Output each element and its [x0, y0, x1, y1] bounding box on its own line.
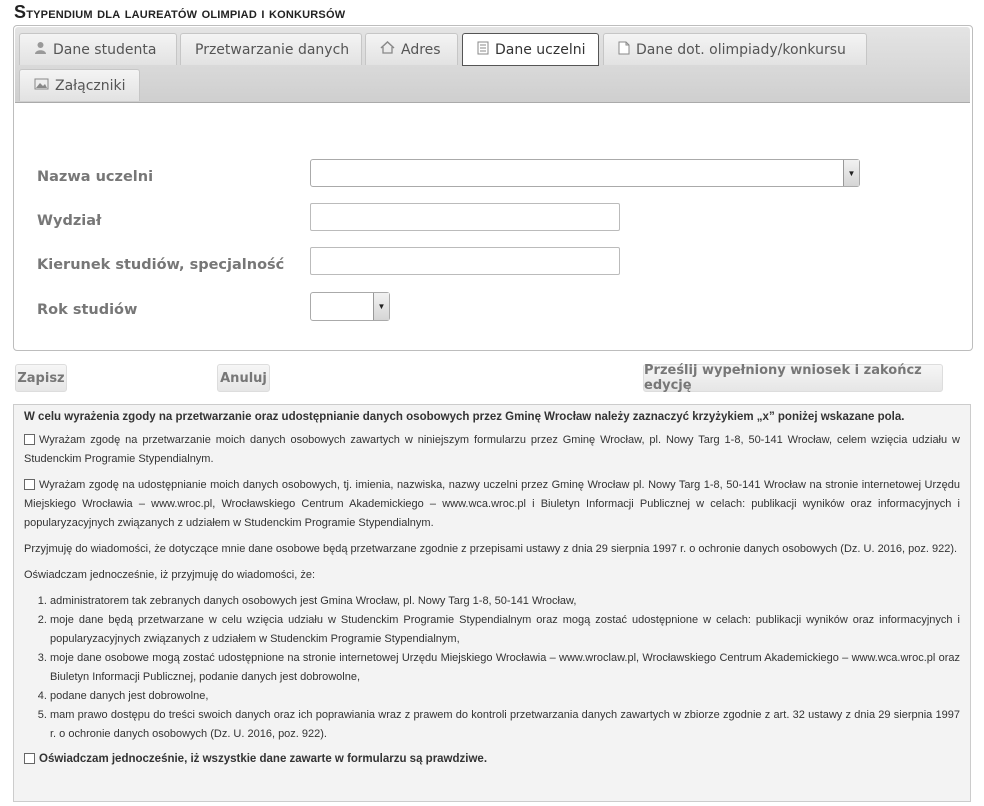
home-icon: [380, 40, 395, 58]
image-icon: [34, 78, 49, 94]
field-of-study-label: Kierunek studiów, specjalność: [37, 257, 285, 273]
page-title: Stypendium dla laureatów olimpiad i konk…: [14, 2, 345, 23]
tab-label: Dane studenta: [53, 41, 157, 58]
consent-item-sharing: Wyrażam zgodę na udostępnianie moich dan…: [24, 476, 960, 533]
faculty-label: Wydział: [37, 213, 102, 229]
document-icon: [477, 41, 489, 59]
university-label: Nazwa uczelni: [37, 169, 154, 185]
tab-label: Przetwarzanie danych: [195, 41, 350, 58]
field-of-study-input[interactable]: [310, 247, 620, 275]
consent-section: W celu wyrażenia zgody na przetwarzanie …: [13, 404, 971, 802]
consent-processing-checkbox[interactable]: [24, 434, 35, 445]
year-select[interactable]: ▼: [310, 292, 390, 321]
statement-list: administratorem tak zebranych danych oso…: [24, 592, 960, 744]
tab-dane-studenta[interactable]: Dane studenta: [19, 33, 177, 65]
file-icon: [618, 41, 630, 59]
tab-adres[interactable]: Adres: [365, 33, 458, 65]
chevron-down-icon[interactable]: ▼: [843, 160, 859, 186]
truthfulness-text: Oświadczam jednocześnie, iż wszystkie da…: [39, 753, 488, 765]
form-panel: Dane studenta Przetwarzanie danych Adres…: [13, 25, 973, 351]
page-title-initial: S: [14, 2, 27, 22]
submit-button[interactable]: Prześlij wypełniony wniosek i zakończ ed…: [643, 363, 943, 393]
faculty-input[interactable]: [310, 203, 620, 231]
list-item: podane danych jest dobrowolne,: [50, 687, 960, 706]
statement-paragraph: Oświadczam jednocześnie, iż przyjmuję do…: [24, 569, 316, 581]
consent-heading: W celu wyrażenia zgody na przetwarzanie …: [24, 411, 905, 423]
tab-label: Załączniki: [55, 77, 126, 94]
consent-processing-text: Wyrażam zgodę na przetwarzanie moich dan…: [24, 434, 960, 465]
tab-bar: Dane studenta Przetwarzanie danych Adres…: [15, 27, 970, 103]
tab-label: Dane uczelni: [495, 41, 586, 58]
truthfulness-statement: Oświadczam jednocześnie, iż wszystkie da…: [24, 750, 960, 769]
tab-label: Adres: [401, 41, 441, 58]
consent-sharing-text: Wyrażam zgodę na udostępnianie moich dan…: [24, 479, 960, 529]
page-title-rest: typendium dla laureatów olimpiad i konku…: [26, 5, 346, 22]
tab-dane-olimpiady[interactable]: Dane dot. olimpiady/konkursu: [603, 33, 867, 65]
cancel-button[interactable]: Anuluj: [217, 364, 270, 392]
list-item: mam prawo dostępu do treści swoich danyc…: [50, 706, 960, 744]
truthfulness-checkbox[interactable]: [24, 753, 35, 764]
tab-dane-uczelni[interactable]: Dane uczelni: [462, 33, 599, 66]
university-select[interactable]: ▼: [310, 159, 860, 187]
consent-sharing-checkbox[interactable]: [24, 479, 35, 490]
list-item: moje dane osobowe mogą zostać udostępnio…: [50, 649, 960, 687]
chevron-down-icon[interactable]: ▼: [373, 293, 389, 320]
person-icon: [34, 41, 47, 59]
tab-label: Dane dot. olimpiady/konkursu: [636, 41, 846, 58]
tab-przetwarzanie-danych[interactable]: Przetwarzanie danych: [180, 33, 362, 65]
info-paragraph: Przyjmuję do wiadomości, że dotyczące mn…: [24, 543, 958, 555]
list-item: moje dane będą przetwarzane w celu wzięc…: [50, 611, 960, 649]
tab-zalaczniki[interactable]: Załączniki: [19, 69, 140, 101]
list-item: administratorem tak zebranych danych oso…: [50, 592, 960, 611]
save-button[interactable]: Zapisz: [15, 364, 67, 392]
year-label: Rok studiów: [37, 302, 138, 318]
consent-item-processing: Wyrażam zgodę na przetwarzanie moich dan…: [24, 431, 960, 469]
